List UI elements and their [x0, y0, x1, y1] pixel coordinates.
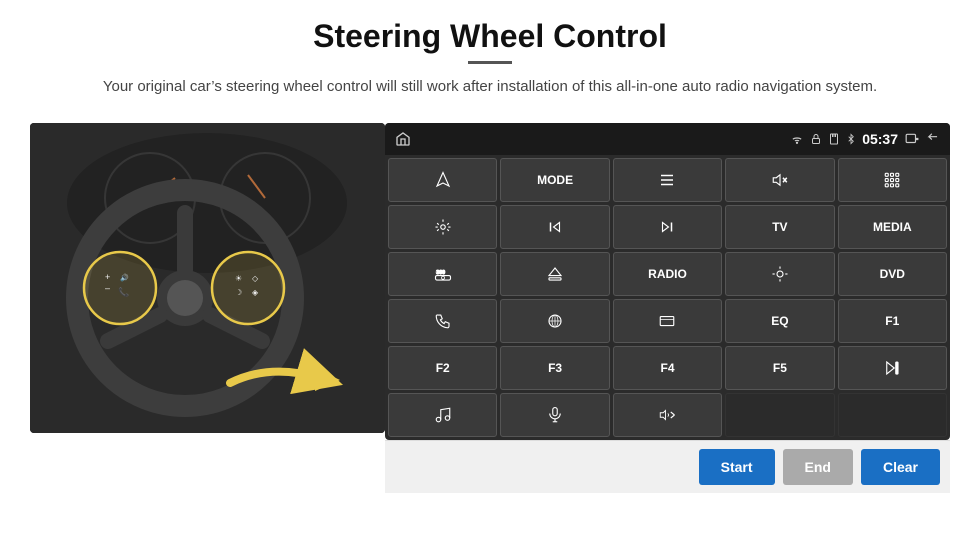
- brightness-icon: [771, 265, 789, 283]
- btn-gps[interactable]: [500, 299, 609, 343]
- svg-text:–: –: [105, 283, 110, 293]
- prev-icon: [546, 218, 564, 236]
- return-icon: [926, 132, 940, 146]
- cam360-icon: 360: [434, 265, 452, 283]
- nav-icon: [434, 171, 452, 189]
- steering-bg: + – 🔊 📞 ☀ ◇ ☽ ◈: [30, 123, 385, 433]
- panel-topbar: 05:37: [385, 123, 950, 155]
- btn-empty1: [725, 393, 834, 437]
- page-container: Steering Wheel Control Your original car…: [0, 0, 980, 544]
- svg-text:🔊: 🔊: [120, 273, 129, 282]
- btn-360cam[interactable]: 360: [388, 252, 497, 296]
- btn-empty2: [838, 393, 947, 437]
- list-icon: [658, 171, 676, 189]
- content-row: + – 🔊 📞 ☀ ◇ ☽ ◈: [30, 123, 950, 463]
- clear-button[interactable]: Clear: [861, 449, 940, 485]
- sdcard-icon: [828, 132, 840, 146]
- btn-tv[interactable]: TV: [725, 205, 834, 249]
- svg-text:+: +: [105, 272, 110, 282]
- btn-list[interactable]: [613, 158, 722, 202]
- next-icon: [658, 218, 676, 236]
- wifi-icon: [790, 132, 804, 146]
- apps-icon: [883, 171, 901, 189]
- btn-f2[interactable]: F2: [388, 346, 497, 390]
- page-title: Steering Wheel Control: [30, 18, 950, 55]
- music-icon: [434, 406, 452, 424]
- btn-nav[interactable]: [388, 158, 497, 202]
- btn-f1[interactable]: F1: [838, 299, 947, 343]
- btn-radio[interactable]: RADIO: [613, 252, 722, 296]
- mic-icon: [546, 406, 564, 424]
- svg-text:📞: 📞: [118, 286, 130, 297]
- btn-brightness[interactable]: [725, 252, 834, 296]
- window-icon: [658, 312, 676, 330]
- svg-text:☽: ☽: [235, 288, 242, 297]
- title-divider: [468, 61, 512, 64]
- lock-icon: [810, 132, 822, 146]
- svg-text:◈: ◈: [252, 288, 259, 297]
- svg-text:☀: ☀: [235, 274, 242, 283]
- playpause-icon: [883, 359, 901, 377]
- subtitle: Your original car’s steering wheel contr…: [30, 76, 950, 99]
- start-button[interactable]: Start: [699, 449, 775, 485]
- btn-f3[interactable]: F3: [500, 346, 609, 390]
- control-panel: 05:37: [385, 123, 950, 440]
- btn-media[interactable]: MEDIA: [838, 205, 947, 249]
- topbar-left: [395, 131, 411, 147]
- btn-music[interactable]: [388, 393, 497, 437]
- title-section: Steering Wheel Control Your original car…: [30, 18, 950, 99]
- panel-grid: MODE: [385, 155, 950, 440]
- end-button[interactable]: End: [783, 449, 853, 485]
- bottom-bar: Start End Clear: [385, 440, 950, 493]
- vol-mute-icon: [771, 171, 789, 189]
- eject-icon: [546, 265, 564, 283]
- svg-text:◇: ◇: [252, 274, 259, 283]
- vol-phone-icon: [658, 406, 676, 424]
- btn-apps[interactable]: [838, 158, 947, 202]
- bluetooth-icon: [846, 132, 856, 146]
- steering-wheel-image: + – 🔊 📞 ☀ ◇ ☽ ◈: [30, 123, 385, 433]
- settings-icon: [434, 218, 452, 236]
- btn-vol-mute[interactable]: [725, 158, 834, 202]
- btn-vol-phone[interactable]: [613, 393, 722, 437]
- topbar-right: 05:37: [790, 131, 940, 147]
- btn-settings[interactable]: [388, 205, 497, 249]
- btn-eject[interactable]: [500, 252, 609, 296]
- gps-icon: [546, 312, 564, 330]
- btn-dvd[interactable]: DVD: [838, 252, 947, 296]
- phone-icon: [434, 312, 452, 330]
- back-icon: [904, 132, 920, 146]
- btn-phone[interactable]: [388, 299, 497, 343]
- control-panel-wrapper: 05:37: [385, 123, 950, 463]
- btn-next[interactable]: [613, 205, 722, 249]
- btn-window[interactable]: [613, 299, 722, 343]
- btn-eq[interactable]: EQ: [725, 299, 834, 343]
- btn-prev[interactable]: [500, 205, 609, 249]
- btn-f5[interactable]: F5: [725, 346, 834, 390]
- steering-wheel-svg: + – 🔊 📞 ☀ ◇ ☽ ◈: [30, 123, 385, 433]
- btn-f4[interactable]: F4: [613, 346, 722, 390]
- home-icon: [395, 131, 411, 147]
- btn-mode[interactable]: MODE: [500, 158, 609, 202]
- btn-mic[interactable]: [500, 393, 609, 437]
- time-display: 05:37: [862, 131, 898, 147]
- btn-playpause[interactable]: [838, 346, 947, 390]
